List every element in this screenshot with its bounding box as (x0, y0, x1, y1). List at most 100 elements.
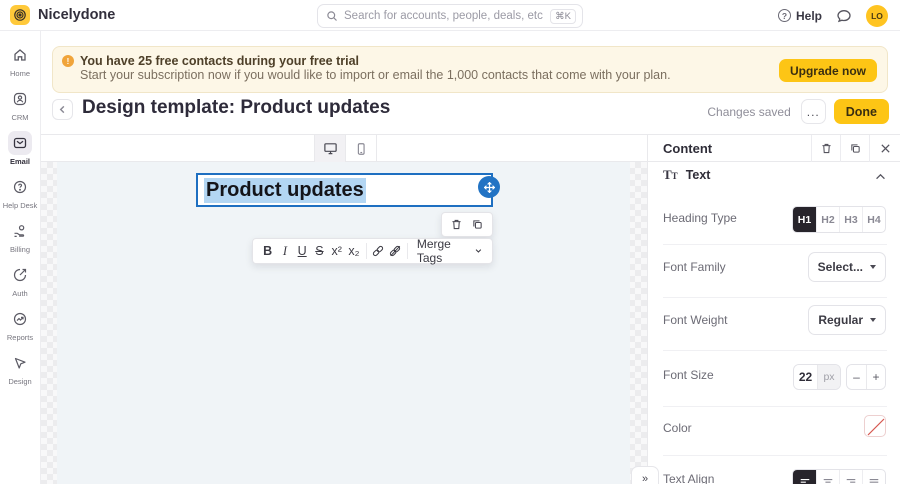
warning-icon: ! (62, 55, 74, 67)
email-canvas-surface[interactable] (57, 162, 630, 484)
font-weight-select[interactable]: Regular (808, 305, 886, 335)
trial-banner: ! You have 25 free contacts during your … (52, 46, 888, 93)
italic-button[interactable]: I (276, 240, 293, 262)
close-icon (881, 143, 890, 153)
underline-button[interactable]: U (294, 240, 311, 262)
sidebar-item-email[interactable]: Email (0, 131, 41, 166)
help-icon: ? (777, 9, 791, 22)
mobile-icon (357, 142, 365, 155)
design-canvas: Product updates B I U S x² x₂ Merge Tags (41, 162, 647, 484)
panel-collapse-button[interactable]: » (631, 466, 659, 484)
heading-type-label: Heading Type (663, 211, 737, 225)
sidebar-item-home[interactable]: Home (0, 43, 41, 78)
move-arrows-icon (483, 181, 495, 193)
panel-title: Content (663, 140, 713, 156)
mobile-preview-button[interactable] (346, 135, 376, 162)
changes-saved-status: Changes saved (707, 104, 791, 119)
text-block-content: Product updates (204, 177, 366, 203)
font-size-input[interactable] (794, 370, 817, 384)
selected-text-block[interactable]: Product updates (196, 173, 493, 207)
color-label: Color (663, 421, 692, 435)
trash-icon (821, 143, 831, 153)
subscript-button[interactable]: x₂ (345, 240, 362, 262)
banner-title: You have 25 free contacts during your fr… (80, 54, 360, 68)
help-button[interactable]: ? Help (777, 9, 822, 23)
caret-down-icon (870, 265, 876, 269)
home-icon (8, 43, 32, 67)
link-button[interactable] (369, 240, 386, 262)
sidebar-item-crm[interactable]: CRM (0, 87, 41, 122)
done-button[interactable]: Done (833, 99, 889, 124)
align-left-icon (800, 478, 809, 484)
section-collapse-button[interactable] (875, 173, 886, 180)
top-bar: Nicelydone ⌘K ? Help LO (0, 0, 900, 31)
copy-icon (850, 143, 860, 153)
billing-icon (8, 219, 32, 243)
brand-name: Nicelydone (38, 7, 116, 23)
chat-bubble-icon[interactable] (836, 8, 852, 24)
help-desk-icon (8, 175, 32, 199)
crm-icon (8, 87, 32, 111)
sidebar-item-help-desk[interactable]: Help Desk (0, 175, 41, 210)
merge-tags-dropdown[interactable]: Merge Tags (411, 237, 486, 265)
app-logo-icon[interactable] (10, 5, 30, 25)
unlink-icon (390, 245, 401, 257)
design-icon (8, 351, 32, 375)
heading-h2-button[interactable]: H2 (816, 207, 839, 232)
no-color-icon (867, 418, 885, 436)
block-actions-toolbar (441, 212, 493, 237)
superscript-button[interactable]: x² (328, 240, 345, 262)
align-center-button[interactable] (816, 470, 839, 484)
strikethrough-button[interactable]: S (311, 240, 328, 262)
font-size-value-group: px (793, 364, 841, 390)
back-button[interactable] (52, 99, 73, 120)
delete-block-button[interactable] (450, 218, 463, 231)
panel-delete-button[interactable] (811, 134, 840, 162)
font-family-select[interactable]: Select... (807, 252, 886, 282)
global-search[interactable]: ⌘K (317, 4, 583, 28)
device-preview-toolbar (41, 135, 647, 162)
panel-duplicate-button[interactable] (840, 134, 869, 162)
chevron-down-icon (475, 249, 482, 253)
heading-h1-button[interactable]: H1 (793, 207, 816, 232)
text-section-header[interactable]: TT Text (663, 167, 710, 183)
font-size-increase-button[interactable]: + (866, 365, 885, 389)
upgrade-now-button[interactable]: Upgrade now (778, 59, 877, 82)
sidebar-item-billing[interactable]: Billing (0, 219, 41, 254)
email-icon (8, 131, 32, 155)
align-right-button[interactable] (839, 470, 862, 484)
font-size-decrease-button[interactable]: – (847, 365, 866, 389)
color-swatch-none[interactable] (864, 415, 886, 437)
heading-h3-button[interactable]: H3 (839, 207, 862, 232)
align-justify-button[interactable] (862, 470, 885, 484)
duplicate-block-button[interactable] (471, 218, 484, 231)
heading-type-control: H1 H2 H3 H4 (792, 206, 886, 233)
banner-body: Start your subscription now if you would… (80, 68, 671, 82)
panel-header: Content (648, 134, 900, 162)
header-actions: Changes saved ... Done (707, 99, 889, 124)
unlink-button[interactable] (387, 240, 404, 262)
text-type-icon: TT (663, 167, 678, 182)
desktop-preview-button[interactable] (315, 135, 345, 162)
sidebar-item-auth[interactable]: Auth (0, 263, 41, 298)
text-format-toolbar: B I U S x² x₂ Merge Tags (252, 237, 493, 265)
heading-h4-button[interactable]: H4 (862, 207, 885, 232)
sidebar-item-reports[interactable]: Reports (0, 307, 41, 342)
more-options-button[interactable]: ... (800, 99, 826, 124)
block-move-handle[interactable] (478, 176, 500, 198)
user-avatar[interactable]: LO (866, 4, 888, 27)
desktop-icon (323, 143, 337, 155)
app-window: Nicelydone ⌘K ? Help LO (0, 0, 900, 484)
panel-close-button[interactable] (869, 134, 900, 162)
sidebar-item-design[interactable]: Design (0, 351, 41, 386)
chevron-left-icon (59, 105, 65, 114)
align-left-button[interactable] (793, 470, 816, 484)
copy-icon (473, 220, 482, 229)
link-icon (372, 245, 384, 257)
align-justify-icon (869, 478, 879, 484)
search-input[interactable] (344, 10, 545, 22)
content-settings-panel: Content TT Text Heading Type H1 H2 H3 H4… (647, 134, 900, 484)
bold-button[interactable]: B (259, 240, 276, 262)
search-shortcut-badge: ⌘K (550, 8, 576, 24)
font-size-stepper: – + (846, 364, 886, 390)
